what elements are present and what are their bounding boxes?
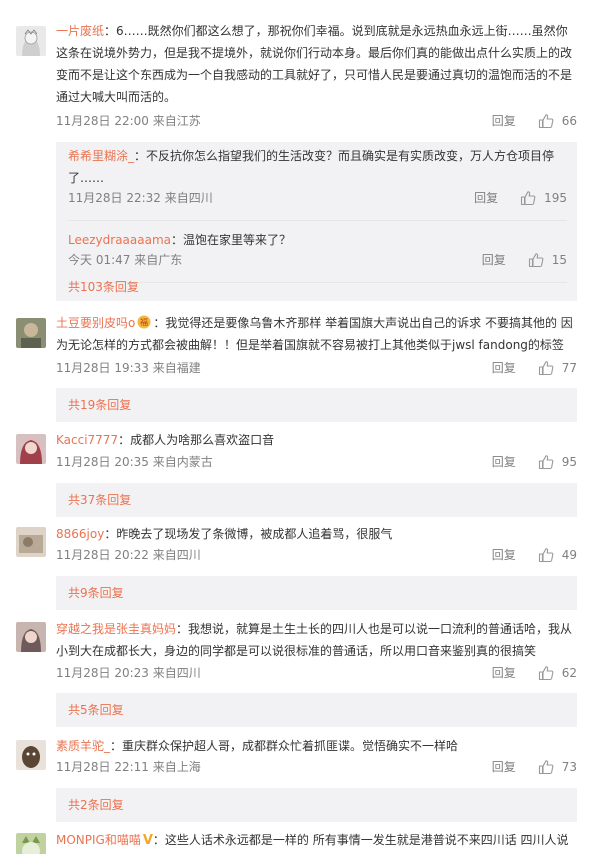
like-count: 73 xyxy=(561,760,577,774)
comment-username[interactable]: 8866joy xyxy=(56,527,104,541)
thumbs-up-icon xyxy=(528,253,544,268)
comment-content: ：这些人话术永远都是一样的 所有事情一发生就是港普说不来四川话 四川人说 xyxy=(152,833,569,847)
avatar[interactable] xyxy=(16,833,46,854)
comment-time: 11月28日 22:00 来自江苏 xyxy=(56,114,201,128)
comment-time: 11月28日 20:23 来自四川 xyxy=(56,666,201,680)
comment-username[interactable]: Kacci7777 xyxy=(56,433,118,447)
reply-button[interactable]: 回复 xyxy=(492,452,516,472)
more-replies-link[interactable]: 共37条回复 xyxy=(68,490,131,510)
thumbs-up-icon xyxy=(538,455,554,470)
comment-time: 11月28日 20:22 来自四川 xyxy=(56,548,201,562)
like-button[interactable]: 95 xyxy=(538,452,577,472)
thumbs-up-icon xyxy=(521,191,536,206)
like-button[interactable]: 49 xyxy=(538,545,577,565)
like-button[interactable]: 62 xyxy=(538,663,577,683)
comment-username[interactable]: MONPIG和喵喵 xyxy=(56,833,141,847)
replies-panel: 共9条回复 xyxy=(56,576,577,610)
like-button[interactable]: 66 xyxy=(538,111,577,131)
avatar[interactable] xyxy=(16,26,46,56)
comment-content: ：重庆群众保护超人哥，成都群众忙着抓匪谍。觉悟确实不一样哈 xyxy=(110,739,459,753)
reply-time: 11月28日 22:32 来自四川 xyxy=(68,191,213,205)
replies-panel: 共5条回复 xyxy=(56,693,577,727)
avatar[interactable] xyxy=(16,622,46,652)
like-count: 95 xyxy=(561,455,577,469)
reply-button[interactable]: 回复 xyxy=(474,188,498,208)
more-replies-link[interactable]: 共103条回复 xyxy=(68,277,139,297)
like-count: 77 xyxy=(561,361,577,375)
like-count: 62 xyxy=(561,666,577,680)
more-replies-link[interactable]: 共9条回复 xyxy=(68,583,124,603)
reply-button[interactable]: 回复 xyxy=(492,358,516,378)
like-button[interactable]: 195 xyxy=(520,188,567,208)
thumbs-up-icon xyxy=(538,760,554,775)
reply-username[interactable]: Leezydraaaaama xyxy=(68,233,171,247)
divider xyxy=(68,282,567,283)
comment-time: 11月28日 20:35 来自内蒙古 xyxy=(56,455,213,469)
thumbs-up-icon xyxy=(538,361,554,376)
reply-content: ：温饱在家里等来了？ xyxy=(171,233,292,247)
reply-time: 今天 01:47 来自广东 xyxy=(68,253,183,267)
replies-panel: 希希里糊涂_：不反抗你怎么指望我们的生活改变？而且确实是有实质改变，万人方仓项目… xyxy=(56,142,577,301)
more-replies-link[interactable]: 共19条回复 xyxy=(68,395,131,415)
emoji-badge-icon: 福 xyxy=(137,314,151,329)
like-button[interactable]: 15 xyxy=(528,250,567,270)
comment-content: ：成都人为啥那么喜欢盗口音 xyxy=(118,433,275,447)
thumbs-up-icon xyxy=(538,114,554,129)
reply-username[interactable]: 希希里糊涂_ xyxy=(68,149,134,163)
comment-username[interactable]: 穿越之我是张圭真妈妈 xyxy=(56,622,176,636)
like-count: 66 xyxy=(561,114,577,128)
comment-username[interactable]: 土豆要别皮吗o xyxy=(56,316,135,330)
comment-username[interactable]: 一片废纸 xyxy=(56,24,104,38)
replies-panel: 共2条回复 xyxy=(56,788,577,822)
like-count: 49 xyxy=(561,548,577,562)
divider xyxy=(68,220,567,221)
thumbs-up-icon xyxy=(538,548,554,563)
reply-button[interactable]: 回复 xyxy=(492,545,516,565)
thumbs-up-icon xyxy=(538,666,554,681)
svg-text:福: 福 xyxy=(140,318,148,327)
reply-button[interactable]: 回复 xyxy=(492,757,516,777)
vip-badge-icon: V xyxy=(142,833,153,848)
comment-content: ：6……既然你们都这么想了，那祝你们幸福。说到底就是永远热血永远上街……虽然你这… xyxy=(56,24,573,104)
reply-button[interactable]: 回复 xyxy=(482,250,506,270)
reply-button[interactable]: 回复 xyxy=(492,111,516,131)
avatar[interactable] xyxy=(16,740,46,770)
comment-text: 一片废纸：6……既然你们都这么想了，那祝你们幸福。说到底就是永远热血永远上街……… xyxy=(56,20,577,108)
avatar[interactable] xyxy=(16,527,46,557)
more-replies-link[interactable]: 共5条回复 xyxy=(68,700,124,720)
reply-content: ：不反抗你怎么指望我们的生活改变？而且确实是有实质改变，万人方仓项目停了…… xyxy=(68,149,555,185)
like-count: 195 xyxy=(544,191,567,205)
avatar[interactable] xyxy=(16,318,46,348)
replies-panel: 共37条回复 xyxy=(56,483,577,517)
reply-button[interactable]: 回复 xyxy=(492,663,516,683)
like-count: 15 xyxy=(551,253,567,267)
comment-time: 11月28日 22:11 来自上海 xyxy=(56,760,201,774)
avatar[interactable] xyxy=(16,434,46,464)
like-button[interactable]: 77 xyxy=(538,358,577,378)
comment-username[interactable]: 素质羊驼_ xyxy=(56,739,110,753)
comment-content: ：昨晚去了现场发了条微博，被成都人追着骂，很服气 xyxy=(104,527,393,541)
replies-panel: 共19条回复 xyxy=(56,388,577,422)
like-button[interactable]: 73 xyxy=(538,757,577,777)
comment-time: 11月28日 19:33 来自福建 xyxy=(56,361,201,375)
more-replies-link[interactable]: 共2条回复 xyxy=(68,795,124,815)
